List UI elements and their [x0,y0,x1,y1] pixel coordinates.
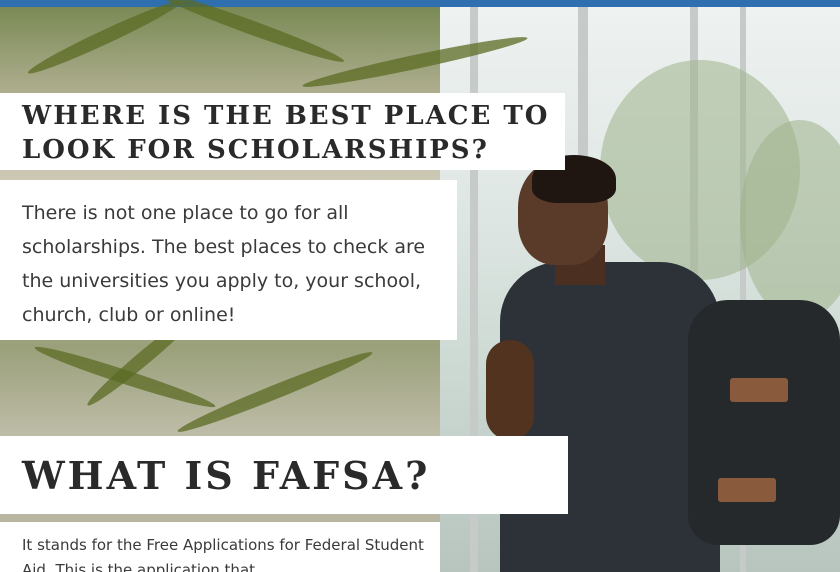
backpack-strap [730,378,788,402]
backpack [688,300,840,545]
top-accent-bar [0,0,840,7]
section-text: It stands for the Free Applications for … [22,536,424,572]
section-text: There is not one place to go for all sch… [22,202,426,326]
section-heading: WHAT IS FAFSA? [22,453,431,498]
person-arm [486,340,534,440]
backpack-strap [718,478,776,502]
section-heading-card: WHERE IS THE BEST PLACE TO LOOK FOR SCHO… [0,93,565,170]
section-text-card: There is not one place to go for all sch… [0,180,457,340]
section-heading-card: WHAT IS FAFSA? [0,436,568,514]
section-text-card: It stands for the Free Applications for … [0,522,440,572]
section-heading: WHERE IS THE BEST PLACE TO LOOK FOR SCHO… [22,101,550,165]
